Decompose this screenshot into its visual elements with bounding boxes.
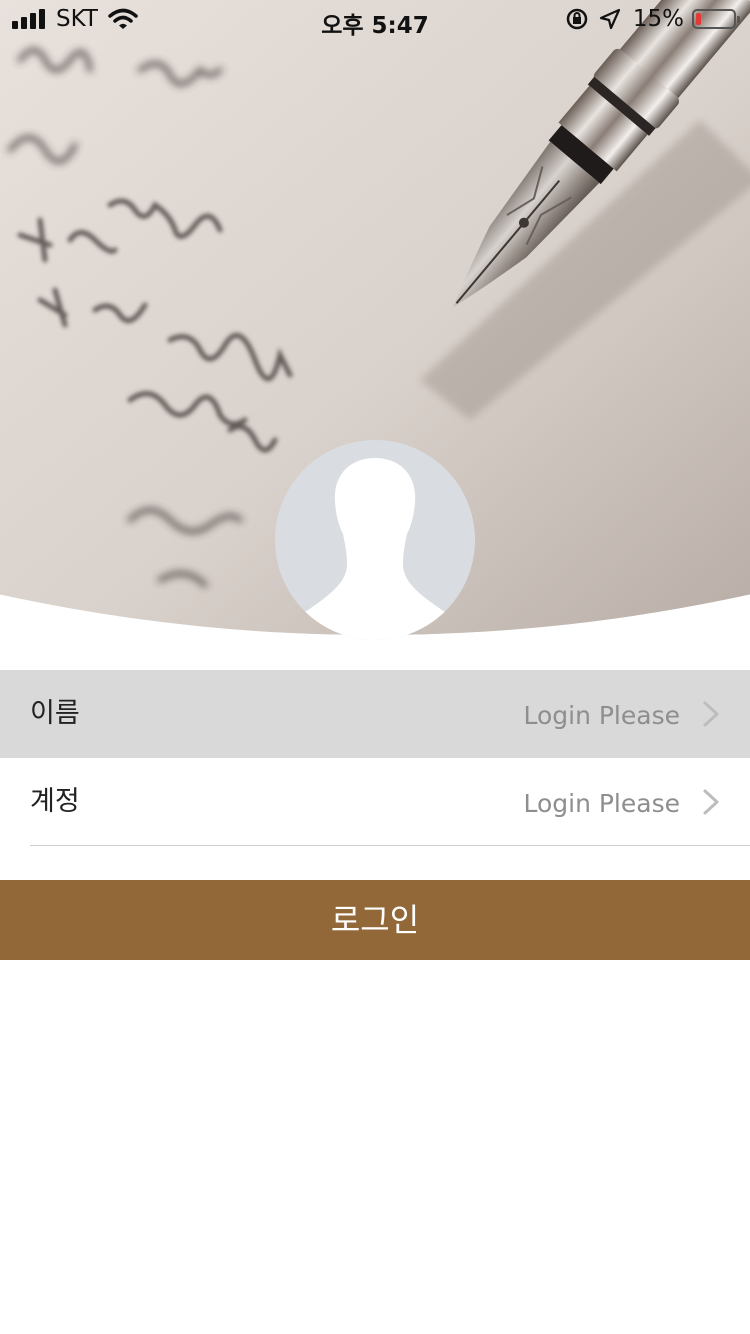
location-icon: [599, 8, 620, 30]
battery-icon: [692, 9, 740, 29]
user-silhouette-icon: [297, 458, 453, 640]
chevron-right-icon: [703, 701, 719, 727]
account-value: Login Please: [523, 789, 680, 818]
name-row[interactable]: 이름 Login Please: [0, 670, 750, 758]
login-button[interactable]: 로그인: [0, 880, 750, 960]
name-value: Login Please: [523, 701, 680, 730]
battery-level-fill: [696, 13, 701, 25]
battery-percent: 15%: [632, 6, 684, 32]
login-screen: SKT 오후 5:47 15% 이름 Login Please 계정 Login…: [0, 0, 750, 1334]
orientation-lock-icon: [566, 8, 588, 30]
chevron-right-icon: [703, 789, 719, 815]
status-bar-right: 15%: [565, 6, 740, 32]
name-label: 이름: [30, 698, 80, 729]
account-label: 계정: [30, 786, 80, 817]
status-bar: SKT 오후 5:47 15%: [0, 0, 750, 40]
row-divider: [30, 845, 750, 846]
account-row[interactable]: 계정 Login Please: [0, 758, 750, 846]
avatar[interactable]: [275, 440, 475, 640]
